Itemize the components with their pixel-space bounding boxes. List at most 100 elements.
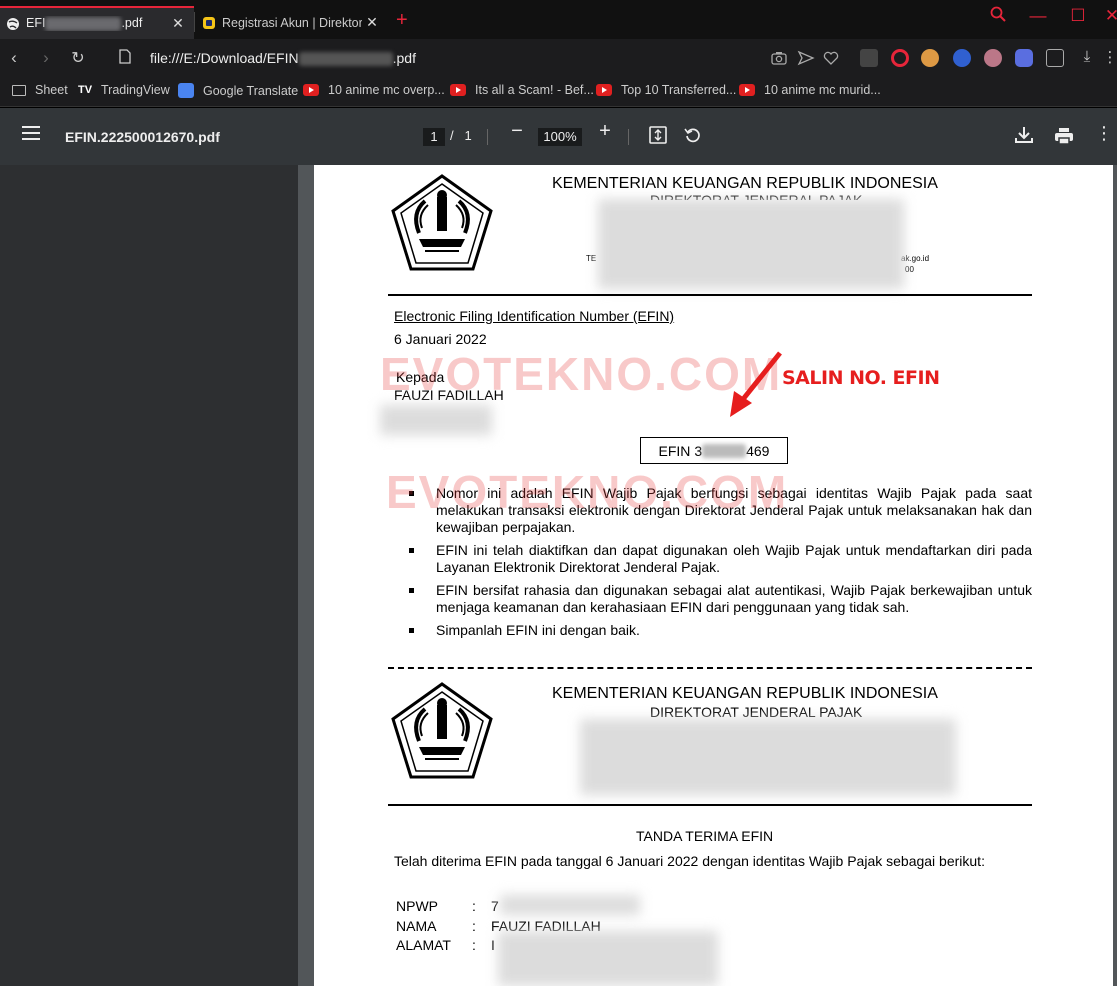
tab-efin-pdf[interactable]: EFI .pdf ✕	[0, 6, 194, 39]
download-icon[interactable]	[1011, 126, 1037, 150]
hamburger-menu-icon[interactable]	[18, 123, 44, 146]
document-date: 6 Januari 2022	[394, 331, 487, 347]
contact-text-left: TE	[586, 254, 597, 263]
more-options-icon[interactable]: ⋮	[1091, 123, 1117, 144]
redacted-recipient-address	[380, 405, 492, 435]
toolbar-divider	[628, 129, 629, 145]
nama-separator: :	[472, 918, 476, 934]
minimize-icon[interactable]: —	[1018, 6, 1058, 26]
red-arrow-annotation	[730, 351, 782, 417]
fit-to-page-icon[interactable]	[645, 126, 671, 150]
watermark-text: EVOTEKNO.COM	[386, 466, 789, 518]
tab-registrasi-akun[interactable]: Registrasi Akun | Direktorat ✕	[196, 6, 388, 39]
bookmark-its-all-a-scam[interactable]: Its all a Scam! - Bef...	[450, 83, 594, 97]
watermark-text: EVOTEKNO.COM	[380, 348, 783, 400]
ministry-emblem-logo	[391, 682, 493, 779]
bookmark-top-10-transferred[interactable]: Top 10 Transferred...	[596, 83, 736, 97]
efin-note: Simpanlah EFIN ini dengan baik.	[406, 622, 1032, 639]
menu-dots-icon[interactable]: ⋮	[1098, 48, 1117, 66]
tab-strip: EFI .pdf ✕ Registrasi Akun | Direktorat ✕…	[0, 0, 1117, 39]
block-icon[interactable]	[953, 49, 971, 67]
alamat-label: ALAMAT	[396, 937, 451, 953]
address-input[interactable]: file:///E:/Download/EFIN .pdf	[150, 50, 416, 67]
efin-note: EFIN bersifat rahasia dan digunakan seba…	[406, 582, 1032, 616]
close-icon[interactable]: ✕	[168, 15, 188, 32]
rotate-icon[interactable]	[680, 126, 706, 150]
file-icon	[113, 49, 137, 69]
opera-icon[interactable]	[891, 49, 909, 67]
bookmark-google-translate[interactable]: Google Translate	[178, 83, 298, 98]
extension-face-icon[interactable]	[984, 49, 1002, 67]
bookmark-sheet[interactable]: Sheet	[12, 83, 68, 97]
nama-label: NAMA	[396, 918, 437, 934]
receipt-header-divider	[388, 804, 1032, 806]
folder-icon	[12, 84, 26, 96]
redacted-receipt-address	[580, 719, 956, 795]
extension-badge-icon[interactable]	[921, 49, 939, 67]
tradingview-icon: TV	[78, 84, 93, 96]
youtube-icon	[450, 84, 466, 96]
npwp-separator: :	[472, 898, 476, 914]
camera-icon[interactable]	[770, 49, 788, 67]
efin-note: EFIN ini telah diaktifkan dan dapat digu…	[406, 542, 1032, 576]
contact-text-right: ak.go.id	[901, 254, 930, 263]
search-icon[interactable]	[978, 6, 1018, 27]
cut-line-divider	[388, 667, 1032, 669]
youtube-icon	[596, 84, 612, 96]
receipt-title: TANDA TERIMA EFIN	[636, 828, 774, 844]
zoom-in-icon[interactable]: +	[592, 120, 618, 143]
navigation-bar: ‹ › ↻ file:///E:/Download/EFIN .pdf ⤓ ⋮	[0, 39, 1117, 77]
pdf-file-name: EFIN.222500012670.pdf	[65, 129, 220, 145]
ministry-emblem-logo	[391, 174, 493, 271]
page-total: / 1	[450, 128, 472, 143]
tab-title: Registrasi Akun | Direktorat	[222, 15, 362, 30]
google-translate-icon	[178, 83, 194, 98]
page-number-input[interactable]: 1	[423, 128, 445, 146]
close-icon[interactable]: ✕	[362, 14, 382, 31]
document-subject: Electronic Filing Identification Number …	[394, 308, 675, 324]
tab-title: EFI .pdf	[26, 16, 143, 31]
ministry-heading: KEMENTERIAN KEUANGAN REPUBLIK INDONESIA	[552, 175, 938, 192]
bookmark-anime-murid[interactable]: 10 anime mc murid...	[739, 83, 881, 97]
redacted-address	[598, 199, 904, 289]
contact-text-right-2: 00	[905, 265, 914, 274]
bookmark-anime-overpowered[interactable]: 10 anime mc overp...	[303, 83, 445, 97]
forward-icon[interactable]: ›	[34, 48, 58, 68]
zoom-level-input[interactable]: 100%	[538, 128, 582, 146]
redacted-alamat	[498, 931, 718, 986]
pdf-thumbnail-sidebar	[0, 165, 298, 986]
redacted-npwp	[500, 895, 640, 915]
print-icon[interactable]	[1051, 127, 1077, 151]
new-tab-icon[interactable]: +	[396, 9, 408, 32]
bookmark-tradingview[interactable]: TV TradingView	[78, 83, 170, 97]
receipt-directorate-heading: DIREKTORAT JENDERAL PAJAK	[650, 704, 863, 720]
receipt-intro: Telah diterima EFIN pada tanggal 6 Janua…	[394, 853, 985, 869]
reload-icon[interactable]: ↻	[66, 48, 90, 68]
zoom-out-icon[interactable]: −	[504, 120, 530, 143]
site-favicon-icon	[203, 16, 215, 29]
download-icon[interactable]: ⤓	[1075, 48, 1099, 65]
efin-number-box: EFIN 3 469	[640, 437, 788, 464]
window-close-icon[interactable]: ✕	[1092, 6, 1117, 26]
toolbar-divider	[487, 129, 488, 145]
bookmarks-bar: Sheet TV TradingView Google Translate 10 …	[0, 77, 1117, 107]
youtube-icon	[303, 84, 319, 96]
pdf-toolbar: EFIN.222500012670.pdf 1 / 1 − 100% + ⋮	[0, 108, 1117, 165]
alamat-separator: :	[472, 937, 476, 953]
cube-icon[interactable]	[1046, 49, 1064, 67]
globe-icon	[7, 17, 19, 30]
header-divider	[388, 294, 1032, 296]
receipt-ministry-heading: KEMENTERIAN KEUANGAN REPUBLIK INDONESIA	[552, 685, 938, 702]
npwp-value: 7	[491, 898, 499, 914]
copy-efin-annotation: SALIN NO. EFIN	[782, 367, 940, 389]
tab-divider	[194, 12, 195, 32]
discord-icon[interactable]	[1015, 49, 1033, 67]
back-icon[interactable]: ‹	[2, 48, 26, 68]
pdf-page: KEMENTERIAN KEUANGAN REPUBLIK INDONESIA …	[314, 165, 1113, 986]
alamat-value: I	[491, 937, 495, 953]
youtube-icon	[739, 84, 755, 96]
send-icon[interactable]	[797, 49, 815, 67]
npwp-label: NPWP	[396, 898, 438, 914]
heart-icon[interactable]	[822, 49, 840, 67]
extension-dots-icon[interactable]	[860, 49, 878, 67]
